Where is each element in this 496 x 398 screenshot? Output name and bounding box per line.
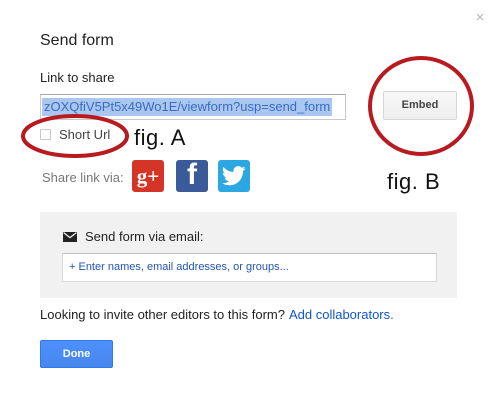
link-to-share-label: Link to share <box>40 70 115 85</box>
invite-text: Looking to invite other editors to this … <box>40 307 285 322</box>
email-heading: Send form via email: <box>63 229 204 244</box>
twitter-bird-icon <box>222 166 246 186</box>
email-heading-label: Send form via email: <box>85 229 204 244</box>
envelope-icon <box>63 231 77 242</box>
twitter-icon[interactable] <box>218 160 250 192</box>
share-link-field[interactable]: zOXQfiV5Pt5x49Wo1E/viewform?usp=send_for… <box>40 94 346 120</box>
google-plus-icon[interactable]: g+ <box>132 160 164 192</box>
add-collaborators-link[interactable]: Add collaborators. <box>289 307 394 322</box>
recipients-input[interactable]: + Enter names, email addresses, or group… <box>62 253 437 282</box>
annotation-overlay <box>21 56 474 158</box>
dialog-title: Send form <box>40 32 114 49</box>
done-button[interactable]: Done <box>40 340 113 368</box>
embed-button[interactable]: Embed <box>383 91 457 120</box>
share-link-via-label: Share link via: <box>42 170 124 185</box>
short-url-checkbox[interactable] <box>40 128 51 140</box>
short-url-label: Short Url <box>59 126 111 142</box>
facebook-icon[interactable]: f <box>176 160 208 192</box>
share-link-value: zOXQfiV5Pt5x49Wo1E/viewform?usp=send_for… <box>42 98 333 116</box>
fig-b-annotation: fig. B <box>387 169 441 194</box>
close-icon[interactable]: × <box>474 10 486 25</box>
invite-editors-text: Looking to invite other editors to this … <box>40 307 394 322</box>
short-url-option[interactable]: Short Url <box>40 126 110 142</box>
fig-a-annotation: fig. A <box>134 125 186 150</box>
